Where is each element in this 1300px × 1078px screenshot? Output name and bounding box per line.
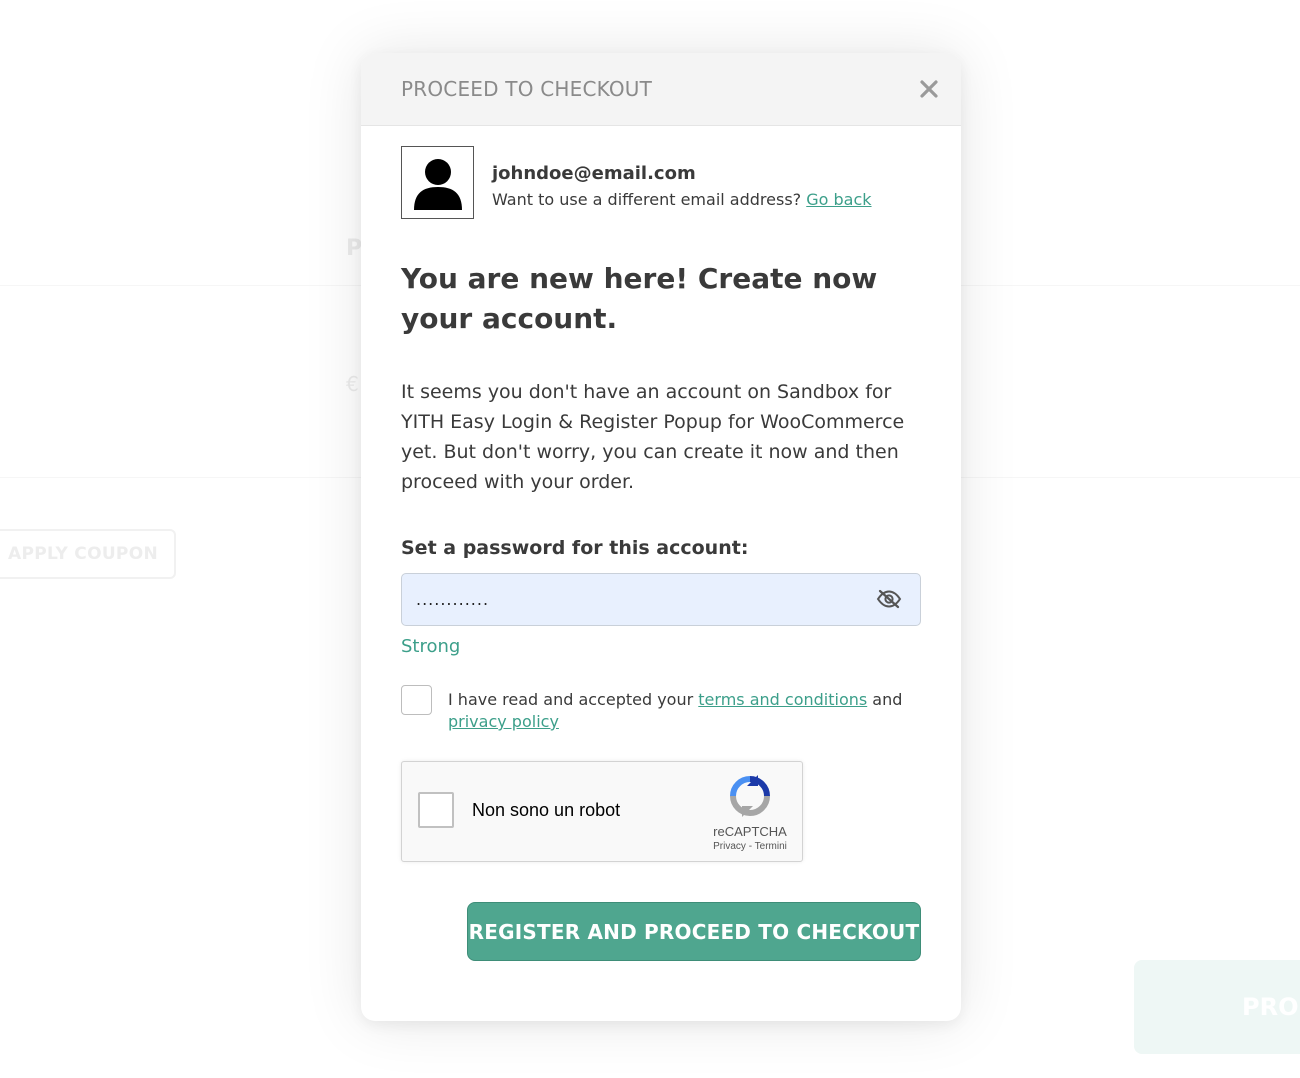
recaptcha-checkbox[interactable]: [418, 792, 454, 828]
privacy-policy-link[interactable]: privacy policy: [448, 712, 559, 731]
checkout-modal: PROCEED TO CHECKOUT johndoe@email.com Wa…: [361, 53, 961, 1021]
background-proceed-button: PRO: [1134, 960, 1300, 1054]
password-field-wrapper: [401, 573, 921, 626]
terms-text: I have read and accepted your terms and …: [448, 685, 908, 733]
different-email-prompt: Want to use a different email address? G…: [492, 190, 872, 209]
terms-prefix: I have read and accepted your: [448, 690, 694, 709]
eye-slash-icon[interactable]: [875, 587, 903, 611]
password-strength-indicator: Strong: [401, 636, 461, 657]
recaptcha-privacy-link[interactable]: Privacy: [713, 841, 746, 852]
user-email: johndoe@email.com: [492, 162, 696, 184]
recaptcha-terms-link[interactable]: Termini: [755, 841, 787, 852]
apply-coupon-button: APPLY COUPON: [0, 529, 176, 579]
password-label: Set a password for this account:: [401, 537, 749, 559]
go-back-link[interactable]: Go back: [806, 190, 871, 209]
close-icon-glyph: [920, 80, 938, 98]
password-input[interactable]: [401, 573, 921, 626]
recaptcha-link-separator: -: [745, 841, 755, 852]
user-info: johndoe@email.com Want to use a differen…: [492, 157, 872, 209]
register-and-checkout-button[interactable]: REGISTER AND PROCEED TO CHECKOUT: [467, 902, 921, 961]
recaptcha-logo-icon: [728, 774, 772, 818]
terms-consent-row: I have read and accepted your terms and …: [401, 685, 921, 733]
account-description: It seems you don't have an account on Sa…: [401, 381, 905, 493]
page-title: You are new here! Create now your accoun…: [401, 262, 878, 335]
modal-header: PROCEED TO CHECKOUT: [361, 53, 961, 126]
user-summary: johndoe@email.com Want to use a differen…: [401, 146, 921, 219]
background-heading-fragment: P: [346, 236, 363, 261]
recaptcha-label: Non sono un robot: [472, 800, 621, 820]
recaptcha-links: Privacy - Termini: [692, 841, 808, 852]
terms-link[interactable]: terms and conditions: [698, 690, 867, 709]
recaptcha-widget: Non sono un robot reCAPTCHA Privacy - Te…: [401, 761, 803, 862]
different-email-text: Want to use a different email address?: [492, 189, 802, 209]
modal-title: PROCEED TO CHECKOUT: [401, 77, 653, 101]
modal-body: johndoe@email.com Want to use a differen…: [361, 126, 961, 862]
background-price-fragment: €: [346, 372, 359, 396]
terms-checkbox[interactable]: [401, 685, 432, 715]
user-avatar-icon: [401, 146, 474, 219]
recaptcha-brand: reCAPTCHA: [713, 824, 787, 839]
close-icon[interactable]: [917, 77, 941, 101]
terms-and: and: [872, 690, 903, 709]
